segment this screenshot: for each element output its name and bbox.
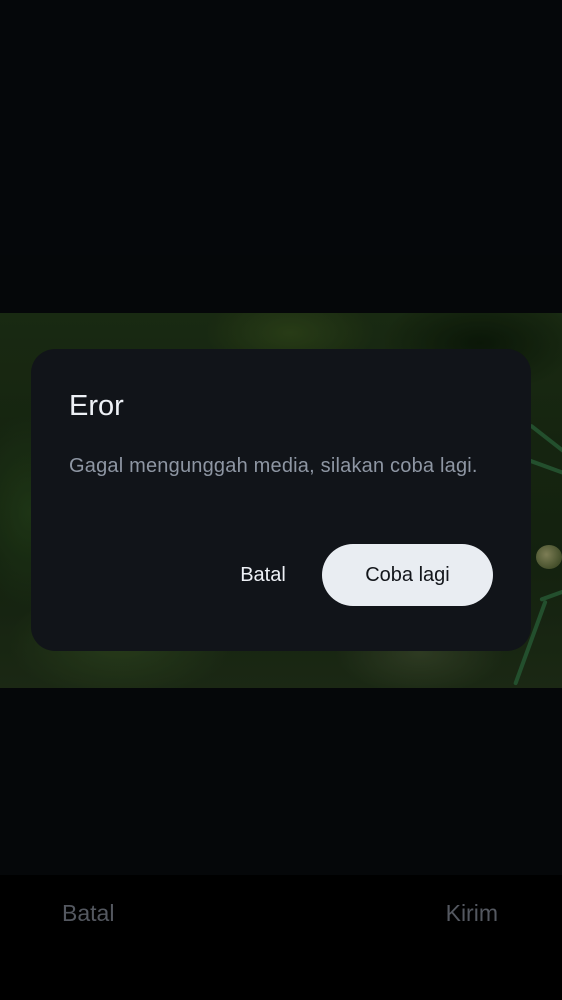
error-dialog: Eror Gagal mengunggah media, silakan cob…: [31, 349, 531, 651]
bottom-cancel-button[interactable]: Batal: [62, 893, 114, 933]
dialog-cancel-button[interactable]: Batal: [217, 544, 309, 606]
dialog-retry-button[interactable]: Coba lagi: [322, 544, 493, 606]
dialog-message: Gagal mengunggah media, silakan coba lag…: [69, 455, 478, 477]
dialog-title: Eror: [69, 390, 124, 422]
bottom-action-bar: Batal Kirim: [0, 875, 562, 1000]
screen: Eror Gagal mengunggah media, silakan cob…: [0, 0, 562, 1000]
bottom-send-button[interactable]: Kirim: [446, 893, 498, 933]
